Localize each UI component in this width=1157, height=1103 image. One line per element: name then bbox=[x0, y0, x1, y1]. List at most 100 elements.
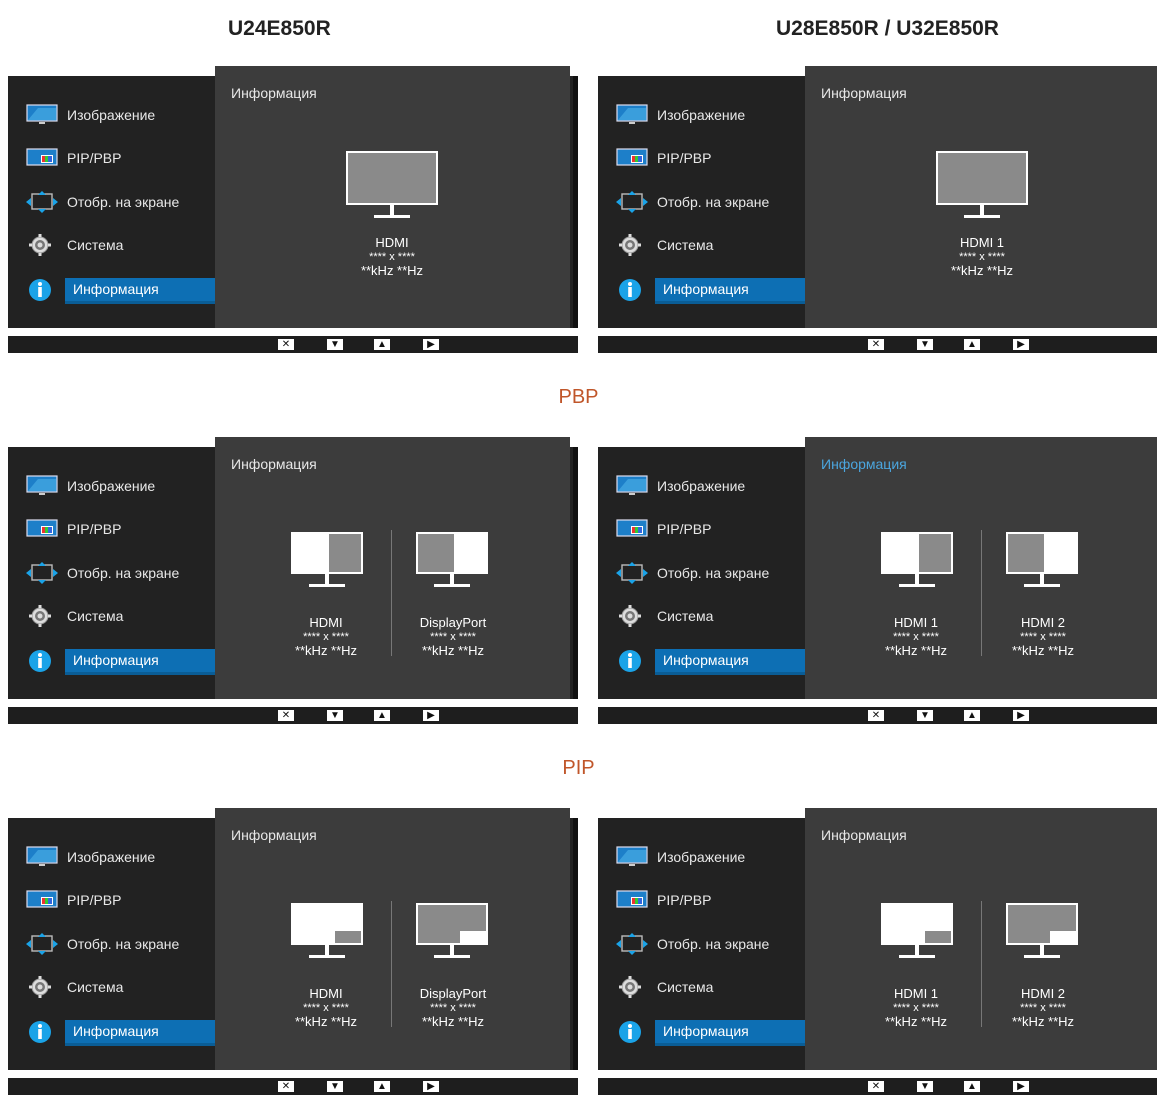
menu-item-label: Информация bbox=[65, 278, 215, 304]
pip-pbp-icon bbox=[616, 147, 648, 169]
menu-item-0[interactable]: Изображение bbox=[18, 846, 215, 868]
resolution-text: **** x **** bbox=[369, 251, 415, 263]
menu-item-1[interactable]: PIP/PBP bbox=[608, 518, 805, 540]
right-model-title: U28E850R / U32E850R bbox=[776, 17, 999, 40]
menu-item-1[interactable]: PIP/PBP bbox=[18, 889, 215, 911]
close-button[interactable]: ✕ bbox=[868, 710, 884, 721]
menu-item-2[interactable]: Отобр. на экране bbox=[18, 191, 215, 213]
menu-item-2[interactable]: Отобр. на экране bbox=[608, 562, 805, 584]
osd-panel-3: Изображение PIP/PBP Отобр. на экране Сис… bbox=[598, 437, 1157, 732]
osd-content: Информация HDMI **** x **** **kHz **Hz bbox=[215, 66, 570, 328]
gear-icon bbox=[26, 976, 58, 998]
menu-item-label: Отобр. на экране bbox=[67, 936, 180, 952]
frequency-text: **kHz **Hz bbox=[1011, 643, 1075, 658]
frequency-text: **kHz **Hz bbox=[1011, 1014, 1075, 1029]
menu-item-3[interactable]: Система bbox=[18, 234, 215, 256]
menu-item-3[interactable]: Система bbox=[608, 605, 805, 627]
menu-item-2[interactable]: Отобр. на экране bbox=[608, 191, 805, 213]
gear-icon bbox=[616, 976, 648, 998]
arrow-right-button[interactable]: ▶ bbox=[1013, 710, 1029, 721]
arrow-down-button[interactable]: ▼ bbox=[327, 339, 343, 350]
menu-item-1[interactable]: PIP/PBP bbox=[608, 889, 805, 911]
menu-item-label: Информация bbox=[655, 278, 805, 304]
menu-item-0[interactable]: Изображение bbox=[608, 846, 805, 868]
menu-item-label: Система bbox=[657, 608, 714, 624]
close-button[interactable]: ✕ bbox=[868, 1081, 884, 1092]
arrow-up-icon: ▲ bbox=[377, 339, 387, 350]
source-info-a: HDMI 1 **** x **** **kHz **Hz bbox=[861, 616, 971, 658]
menu-item-3[interactable]: Система bbox=[18, 605, 215, 627]
arrow-down-button[interactable]: ▼ bbox=[917, 710, 933, 721]
menu-item-label: Изображение bbox=[657, 849, 746, 865]
menu-item-3[interactable]: Система bbox=[608, 976, 805, 998]
pip-section-title: PIP bbox=[562, 757, 595, 779]
pip-pbp-icon bbox=[616, 889, 648, 911]
source-label: HDMI 1 bbox=[959, 235, 1005, 250]
frequency-text: **kHz **Hz bbox=[884, 1014, 948, 1029]
menu-item-4[interactable]: Информация bbox=[608, 277, 805, 304]
menu-item-0[interactable]: Изображение bbox=[18, 104, 215, 126]
menu-item-label: Отобр. на экране bbox=[67, 565, 180, 581]
menu-item-label: Отобр. на экране bbox=[67, 194, 180, 210]
menu-item-2[interactable]: Отобр. на экране bbox=[608, 933, 805, 955]
source-info: HDMI **** x **** **kHz **Hz bbox=[337, 236, 447, 278]
menu-item-0[interactable]: Изображение bbox=[18, 475, 215, 497]
arrow-down-button[interactable]: ▼ bbox=[327, 710, 343, 721]
menu-item-4[interactable]: Информация bbox=[18, 277, 215, 304]
menu-item-1[interactable]: PIP/PBP bbox=[18, 518, 215, 540]
osd-content: Информация HDMI 1 **** x **** **kHz **Hz… bbox=[805, 437, 1157, 699]
arrow-down-button[interactable]: ▼ bbox=[327, 1081, 343, 1092]
menu-item-3[interactable]: Система bbox=[608, 234, 805, 256]
info-icon bbox=[616, 1019, 648, 1043]
menu-item-1[interactable]: PIP/PBP bbox=[608, 147, 805, 169]
arrow-right-button[interactable]: ▶ bbox=[423, 710, 439, 721]
arrow-up-button[interactable]: ▲ bbox=[964, 339, 980, 350]
source-info-b: DisplayPort **** x **** **kHz **Hz bbox=[398, 616, 508, 658]
osd-panel-0: Изображение PIP/PBP Отобр. на экране Сис… bbox=[8, 66, 578, 361]
menu-item-4[interactable]: Информация bbox=[608, 648, 805, 675]
screen-position-icon bbox=[616, 562, 648, 584]
arrow-down-icon: ▼ bbox=[920, 339, 930, 350]
menu-item-label: Информация bbox=[65, 1020, 215, 1046]
close-button[interactable]: ✕ bbox=[278, 710, 294, 721]
content-title: Информация bbox=[821, 85, 907, 101]
menu-item-1[interactable]: PIP/PBP bbox=[18, 147, 215, 169]
arrow-right-button[interactable]: ▶ bbox=[1013, 1081, 1029, 1092]
arrow-right-button[interactable]: ▶ bbox=[423, 1081, 439, 1092]
menu-item-label: Изображение bbox=[67, 849, 156, 865]
resolution-text: **** x **** bbox=[1020, 1002, 1066, 1014]
arrow-right-button[interactable]: ▶ bbox=[1013, 339, 1029, 350]
menu-item-0[interactable]: Изображение bbox=[608, 475, 805, 497]
menu-item-2[interactable]: Отобр. на экране bbox=[18, 562, 215, 584]
arrow-up-button[interactable]: ▲ bbox=[374, 710, 390, 721]
menu-item-label: PIP/PBP bbox=[657, 150, 712, 166]
content-title: Информация bbox=[231, 456, 317, 472]
arrow-down-button[interactable]: ▼ bbox=[917, 1081, 933, 1092]
menu-item-label: Система bbox=[657, 979, 714, 995]
close-button[interactable]: ✕ bbox=[278, 339, 294, 350]
arrow-down-button[interactable]: ▼ bbox=[917, 339, 933, 350]
menu-item-label: Отобр. на экране bbox=[657, 565, 770, 581]
close-button[interactable]: ✕ bbox=[868, 339, 884, 350]
info-icon bbox=[26, 648, 58, 672]
close-icon: ✕ bbox=[281, 710, 291, 721]
menu-item-label: Информация bbox=[65, 649, 215, 675]
osd-content: Информация HDMI **** x **** **kHz **Hz D… bbox=[215, 437, 570, 699]
menu-item-3[interactable]: Система bbox=[18, 976, 215, 998]
arrow-up-button[interactable]: ▲ bbox=[964, 710, 980, 721]
arrow-right-button[interactable]: ▶ bbox=[423, 339, 439, 350]
menu-item-4[interactable]: Информация bbox=[18, 648, 215, 675]
close-icon: ✕ bbox=[871, 710, 881, 721]
resolution-text: **** x **** bbox=[1020, 631, 1066, 643]
arrow-right-icon: ▶ bbox=[1017, 710, 1025, 721]
close-button[interactable]: ✕ bbox=[278, 1081, 294, 1092]
resolution-text: **** x **** bbox=[959, 251, 1005, 263]
arrow-up-button[interactable]: ▲ bbox=[374, 1081, 390, 1092]
menu-item-4[interactable]: Информация bbox=[18, 1019, 215, 1046]
arrow-up-button[interactable]: ▲ bbox=[374, 339, 390, 350]
menu-item-2[interactable]: Отобр. на экране bbox=[18, 933, 215, 955]
menu-item-4[interactable]: Информация bbox=[608, 1019, 805, 1046]
menu-item-0[interactable]: Изображение bbox=[608, 104, 805, 126]
monitor-icon bbox=[26, 475, 58, 497]
arrow-up-button[interactable]: ▲ bbox=[964, 1081, 980, 1092]
